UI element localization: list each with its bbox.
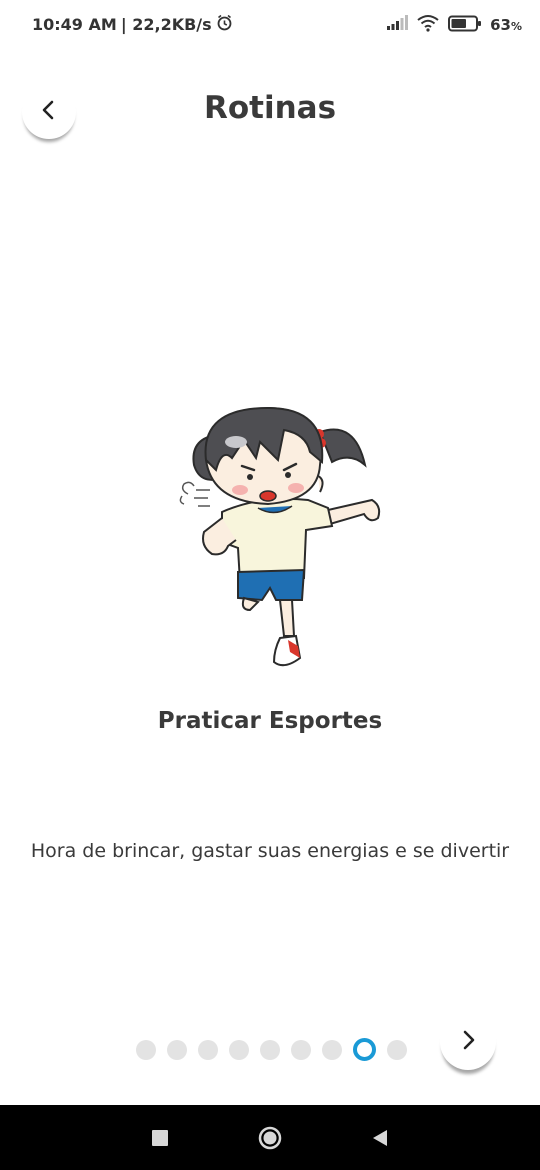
girl-running-illustration: [160, 400, 390, 680]
alarm-icon: [216, 14, 233, 35]
wifi-icon: [416, 14, 440, 36]
home-icon[interactable]: [257, 1125, 283, 1151]
page-dot-active[interactable]: [353, 1038, 376, 1061]
page-dot[interactable]: [136, 1039, 156, 1060]
back-icon[interactable]: [367, 1125, 393, 1151]
page-title: Rotinas: [203, 90, 337, 126]
battery-icon: [448, 15, 482, 36]
header: Rotinas: [0, 70, 540, 150]
page-dot[interactable]: [198, 1039, 218, 1060]
next-button[interactable]: [440, 1014, 496, 1070]
battery-unit: %: [510, 20, 522, 33]
status-right: 63%: [386, 14, 522, 36]
battery-text: 63%: [490, 16, 522, 34]
page-indicator: [136, 1038, 407, 1061]
activity-title: Praticar Esportes: [157, 708, 383, 734]
page-dot[interactable]: [229, 1039, 249, 1060]
battery-percent: 63: [490, 16, 511, 34]
page-dot[interactable]: [387, 1039, 407, 1060]
chevron-right-icon: [458, 1029, 478, 1055]
page-dot[interactable]: [167, 1039, 187, 1060]
signal-icon: [386, 15, 409, 35]
status-bar: 10:49 AM | 22,2KB/s 63%: [0, 0, 540, 52]
page-dot[interactable]: [291, 1039, 311, 1060]
status-time: 10:49 AM: [32, 15, 117, 34]
system-nav-bar: [0, 1105, 540, 1170]
activity-description: Hora de brincar, gastar suas energias e …: [30, 840, 510, 862]
recent-apps-icon[interactable]: [147, 1125, 173, 1151]
page-dot[interactable]: [322, 1039, 342, 1060]
page-dot[interactable]: [260, 1039, 280, 1060]
network-speed: | 22,2KB/s: [120, 15, 212, 34]
status-left: 10:49 AM | 22,2KB/s: [32, 14, 233, 35]
